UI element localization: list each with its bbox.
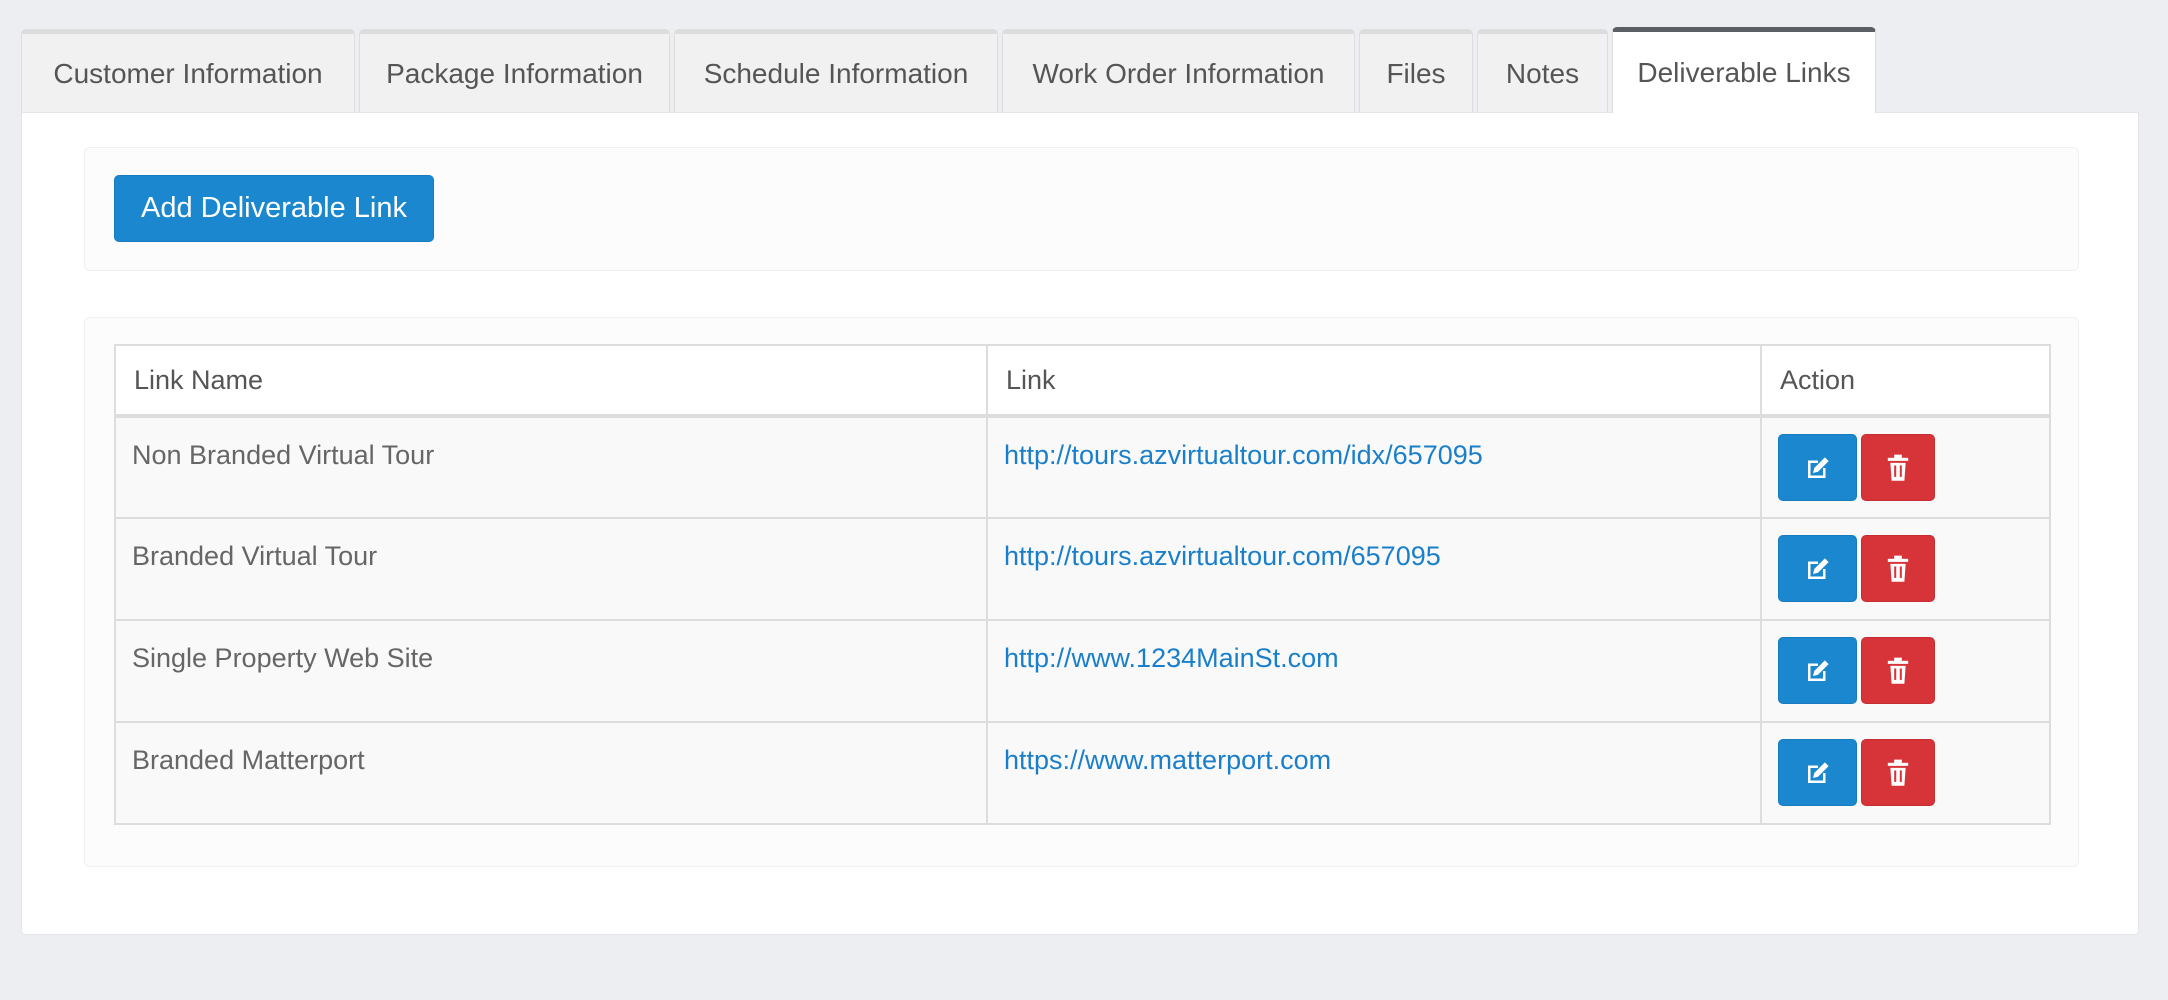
trash-icon [1887, 657, 1909, 684]
tab-notes[interactable]: Notes [1477, 29, 1608, 113]
deliverable-links-panel: Add Deliverable Link Link Name Link Acti… [21, 112, 2139, 935]
deliverable-link[interactable]: http://tours.azvirtualtour.com/657095 [1004, 541, 1441, 571]
table-row: Branded Matterport https://www.matterpor… [114, 721, 2051, 825]
deliverable-link[interactable]: https://www.matterport.com [1004, 745, 1331, 775]
edit-icon [1807, 557, 1829, 579]
link-name-cell: Branded Matterport [114, 721, 988, 825]
edit-button[interactable] [1778, 637, 1857, 704]
link-name-cell: Single Property Web Site [114, 619, 988, 723]
column-header-action: Action [1760, 344, 2051, 418]
column-header-link-name: Link Name [114, 344, 988, 418]
column-header-link: Link [986, 344, 1762, 418]
edit-icon [1807, 659, 1829, 681]
tab-files[interactable]: Files [1359, 29, 1473, 113]
link-name-cell: Non Branded Virtual Tour [114, 415, 988, 519]
tab-deliverable-links[interactable]: Deliverable Links [1612, 27, 1876, 113]
deliverable-links-table: Link Name Link Action Non Branded Virtua… [114, 344, 2051, 825]
tab-schedule-information[interactable]: Schedule Information [674, 29, 998, 113]
trash-icon [1887, 454, 1909, 481]
edit-button[interactable] [1778, 535, 1857, 602]
edit-icon [1807, 456, 1829, 478]
tab-package-information[interactable]: Package Information [359, 29, 670, 113]
toolbar-well: Add Deliverable Link [84, 147, 2079, 271]
trash-icon [1887, 555, 1909, 582]
delete-button[interactable] [1861, 637, 1935, 704]
edit-icon [1807, 761, 1829, 783]
delete-button[interactable] [1861, 434, 1935, 501]
delete-button[interactable] [1861, 535, 1935, 602]
tab-bar: Customer Information Package Information… [21, 27, 1880, 113]
table-row: Branded Virtual Tour http://tours.azvirt… [114, 517, 2051, 621]
edit-button[interactable] [1778, 434, 1857, 501]
trash-icon [1887, 759, 1909, 786]
add-deliverable-link-button[interactable]: Add Deliverable Link [114, 175, 434, 242]
table-header-row: Link Name Link Action [114, 344, 2051, 418]
delete-button[interactable] [1861, 739, 1935, 806]
deliverable-link[interactable]: http://www.1234MainSt.com [1004, 643, 1339, 673]
edit-button[interactable] [1778, 739, 1857, 806]
table-row: Non Branded Virtual Tour http://tours.az… [114, 415, 2051, 519]
link-name-cell: Branded Virtual Tour [114, 517, 988, 621]
table-row: Single Property Web Site http://www.1234… [114, 619, 2051, 723]
deliverable-link[interactable]: http://tours.azvirtualtour.com/idx/65709… [1004, 440, 1483, 470]
tab-customer-information[interactable]: Customer Information [21, 29, 355, 113]
table-well: Link Name Link Action Non Branded Virtua… [84, 317, 2079, 867]
tab-work-order-information[interactable]: Work Order Information [1002, 29, 1355, 113]
